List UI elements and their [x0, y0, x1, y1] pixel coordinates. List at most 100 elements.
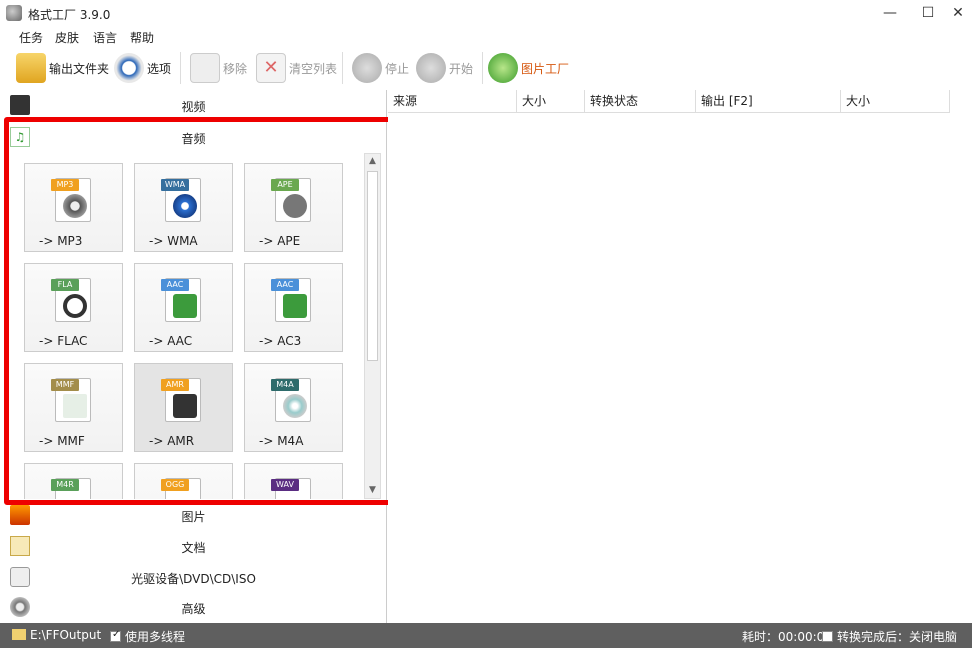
format-tile[interactable]: WMA -> WMA [134, 163, 233, 252]
format-tile[interactable]: OGG [134, 463, 233, 499]
headphones-icon [63, 294, 87, 318]
column-header-output[interactable]: 输出 [F2] [696, 90, 841, 113]
shutdown-label: 转换完成后：关闭电脑 [837, 630, 958, 644]
format-tile[interactable]: M4A -> M4A [244, 363, 343, 452]
picture-factory-label: 图片工厂 [521, 61, 570, 76]
format-tag: MP3 [51, 179, 79, 191]
output-path[interactable]: E:\FFOutput [12, 628, 101, 642]
toolbar: 输出文件夹 选项 移除 ✕ 清空列表 停止 开始 图片工厂 [0, 46, 972, 90]
speaker-icon [63, 194, 87, 218]
start-button[interactable]: 开始 [416, 52, 473, 84]
format-tag: FLA [51, 279, 79, 291]
close-button[interactable]: ✕ [944, 0, 972, 26]
column-header-output-size[interactable]: 大小 [841, 90, 950, 113]
options-label: 选项 [147, 61, 172, 76]
category-document-label: 文档 [181, 541, 206, 555]
scroll-up-icon[interactable]: ▲ [365, 154, 380, 169]
grid-scrollbar[interactable]: ▲ ▼ [364, 153, 381, 499]
cd-icon [283, 394, 307, 418]
multithread-checkbox[interactable] [110, 629, 121, 642]
category-optical[interactable]: 光驱设备\DVD\CD\ISO [0, 562, 387, 592]
stop-label: 停止 [385, 61, 410, 76]
speaker-icon [283, 294, 307, 318]
category-document[interactable]: 文档 [0, 531, 387, 561]
remove-button[interactable]: 移除 [190, 52, 247, 84]
multithread-toggle[interactable]: 使用多线程 [110, 628, 185, 645]
picture-factory-button[interactable]: 图片工厂 [488, 52, 569, 84]
scroll-down-icon[interactable]: ▼ [365, 483, 380, 498]
format-tag: AAC [271, 279, 299, 291]
format-tile[interactable]: M4R [24, 463, 123, 499]
format-label: -> MP3 [39, 234, 83, 248]
category-advanced[interactable]: 高级 [0, 592, 387, 622]
output-path-text: E:\FFOutput [30, 628, 102, 642]
format-label: -> M4A [259, 434, 304, 448]
clear-icon: ✕ [256, 53, 286, 83]
format-tag: AAC [161, 279, 189, 291]
speaker-icon [173, 294, 197, 318]
folder-icon [12, 629, 26, 640]
format-label: -> MMF [39, 434, 85, 448]
category-optical-label: 光驱设备\DVD\CD\ISO [131, 572, 256, 586]
format-tag: MMF [51, 379, 79, 391]
shutdown-toggle[interactable]: 转换完成后：关闭电脑 [822, 628, 957, 645]
format-tag: APE [271, 179, 299, 191]
options-button[interactable]: 选项 [114, 52, 171, 84]
format-tile[interactable]: MP3 -> MP3 [24, 163, 123, 252]
format-tile[interactable]: APE -> APE [244, 163, 343, 252]
window-title: 格式工厂 3.9.0 [28, 8, 111, 22]
category-panel: 视频 ♫ 音频 MP3 -> MP3 WMA -> WMA APE -> APE… [0, 90, 404, 623]
minimize-button[interactable]: — [876, 0, 904, 26]
output-folder-button[interactable]: 输出文件夹 [16, 52, 109, 84]
menu-task[interactable]: 任务 [19, 29, 43, 46]
stop-button[interactable]: 停止 [352, 52, 409, 84]
menu-help[interactable]: 帮助 [130, 29, 154, 46]
scroll-thumb[interactable] [367, 171, 378, 361]
format-tile[interactable]: AAC -> AAC [134, 263, 233, 352]
toolbar-divider [180, 52, 181, 84]
clear-list-button[interactable]: ✕ 清空列表 [256, 52, 337, 84]
format-tile[interactable]: WAV [244, 463, 343, 499]
format-tile-selected[interactable]: AMR -> AMR [134, 363, 233, 452]
audio-format-grid: MP3 -> MP3 WMA -> WMA APE -> APE FLA -> … [14, 153, 354, 499]
menu-bar: 任务 皮肤 语言 帮助 [0, 26, 972, 46]
remove-label: 移除 [223, 61, 248, 76]
column-header-size[interactable]: 大小 [517, 90, 585, 113]
menu-skin[interactable]: 皮肤 [55, 29, 79, 46]
column-header-source[interactable]: 来源 [388, 90, 517, 113]
category-video[interactable]: 视频 [0, 90, 387, 120]
envelope-icon [63, 394, 87, 418]
format-label: -> AMR [149, 434, 195, 448]
format-label: -> AC3 [259, 334, 302, 348]
column-header-status[interactable]: 转换状态 [585, 90, 696, 113]
format-tag: AMR [161, 379, 189, 391]
category-picture-label: 图片 [181, 510, 206, 524]
shutdown-checkbox[interactable] [822, 631, 833, 642]
format-label: -> WMA [149, 234, 198, 248]
elapsed-time: 耗时：00:00:00 [742, 630, 832, 644]
gear-icon [114, 53, 144, 83]
category-advanced-label: 高级 [181, 602, 206, 616]
format-tag: M4A [271, 379, 299, 391]
start-icon [416, 53, 446, 83]
magnifier-icon [488, 53, 518, 83]
format-tile[interactable]: AAC -> AC3 [244, 263, 343, 352]
format-tile[interactable]: MMF -> MMF [24, 363, 123, 452]
play-icon [173, 194, 197, 218]
format-tile[interactable]: FLA -> FLAC [24, 263, 123, 352]
status-bar: E:\FFOutput 使用多线程 耗时：00:00:00 转换完成后：关闭电脑 [0, 623, 972, 648]
menu-language[interactable]: 语言 [93, 29, 117, 46]
toolbar-divider [482, 52, 483, 84]
category-picture[interactable]: 图片 [0, 500, 387, 530]
format-label: -> APE [259, 234, 301, 248]
maximize-button[interactable]: ☐ [914, 0, 942, 26]
stop-icon [352, 53, 382, 83]
format-tag: OGG [161, 479, 189, 491]
app-icon [6, 5, 22, 21]
toolbar-divider [342, 52, 343, 84]
phone-icon [173, 394, 197, 418]
file-list[interactable]: 来源 大小 转换状态 输出 [F2] 大小 [388, 90, 972, 623]
format-label: -> FLAC [39, 334, 88, 348]
title-bar: 格式工厂 3.9.0 — ☐ ✕ [0, 0, 972, 26]
output-folder-label: 输出文件夹 [49, 61, 110, 76]
